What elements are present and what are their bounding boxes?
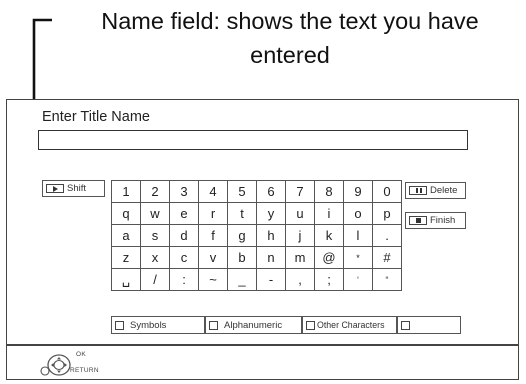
stop-icon xyxy=(409,216,427,225)
character-key[interactable]: / xyxy=(140,268,170,291)
name-field[interactable] xyxy=(38,130,468,150)
alphanumeric-mode-button[interactable]: Alphanumeric xyxy=(205,316,302,334)
character-key[interactable]: k xyxy=(314,224,344,247)
character-key[interactable]: r xyxy=(198,202,228,225)
page-title: Enter Title Name xyxy=(42,109,150,125)
character-key[interactable]: ~ xyxy=(198,268,228,291)
checkbox-icon xyxy=(401,320,410,330)
character-key[interactable]: w xyxy=(140,202,170,225)
character-key[interactable]: n xyxy=(256,246,286,269)
character-key[interactable]: 4 xyxy=(198,180,228,203)
character-key[interactable]: f xyxy=(198,224,228,247)
character-key[interactable]: 0 xyxy=(372,180,402,203)
checkbox-icon xyxy=(115,320,124,330)
character-key[interactable]: * xyxy=(343,246,373,269)
return-label: RETURN xyxy=(70,367,99,374)
character-key[interactable]: # xyxy=(372,246,402,269)
character-key[interactable]: m xyxy=(285,246,315,269)
character-key[interactable]: c xyxy=(169,246,199,269)
character-key[interactable]: 5 xyxy=(227,180,257,203)
character-key[interactable]: v xyxy=(198,246,228,269)
character-key[interactable]: t xyxy=(227,202,257,225)
ok-label: OK xyxy=(76,351,86,358)
character-key[interactable]: , xyxy=(285,268,315,291)
symbols-mode-button[interactable]: Symbols xyxy=(111,316,205,334)
character-key[interactable]: y xyxy=(256,202,286,225)
delete-button[interactable]: Delete xyxy=(405,182,466,199)
keyboard-row: asdfghjkl. xyxy=(111,224,402,247)
character-key[interactable]: ; xyxy=(314,268,344,291)
character-key[interactable]: o xyxy=(343,202,373,225)
checkbox-icon xyxy=(306,320,315,330)
shift-button[interactable]: Shift xyxy=(42,180,105,197)
character-key[interactable]: 1 xyxy=(111,180,141,203)
character-key[interactable]: 2 xyxy=(140,180,170,203)
finish-button[interactable]: Finish xyxy=(405,212,466,229)
play-icon xyxy=(46,184,64,193)
other-characters-mode-button[interactable]: Other Characters xyxy=(302,316,397,334)
character-key[interactable]: i xyxy=(314,202,344,225)
character-key[interactable]: p xyxy=(372,202,402,225)
blank-mode-button[interactable] xyxy=(397,316,461,334)
character-key[interactable]: @ xyxy=(314,246,344,269)
character-mode-row: Symbols Alphanumeric Other Characters xyxy=(111,316,461,334)
keyboard-row: 1234567890 xyxy=(111,180,402,203)
character-key[interactable]: g xyxy=(227,224,257,247)
character-key[interactable]: z xyxy=(111,246,141,269)
keyboard-row: ␣ /: ~ _ -,; ‘“ xyxy=(111,268,402,291)
character-key[interactable]: _ xyxy=(227,268,257,291)
alphanumeric-mode-label: Alphanumeric xyxy=(224,319,283,331)
character-key[interactable]: s xyxy=(140,224,170,247)
keyboard-row: z x c v b n m @ * # xyxy=(111,246,402,269)
character-key[interactable]: ‘ xyxy=(343,268,373,291)
checkbox-icon xyxy=(209,320,218,330)
character-key[interactable]: 8 xyxy=(314,180,344,203)
character-key[interactable]: h xyxy=(256,224,286,247)
character-key[interactable]: “ xyxy=(372,268,402,291)
character-key[interactable]: q xyxy=(111,202,141,225)
symbols-mode-label: Symbols xyxy=(130,319,167,331)
footer-divider xyxy=(6,344,519,346)
character-key[interactable]: l xyxy=(343,224,373,247)
character-key[interactable]: ␣ xyxy=(111,268,141,291)
pause-icon xyxy=(409,186,427,195)
character-key[interactable]: u xyxy=(285,202,315,225)
delete-button-label: Delete xyxy=(430,185,458,196)
remote-cursor-icon xyxy=(40,354,71,376)
character-key[interactable]: e xyxy=(169,202,199,225)
character-key[interactable]: 7 xyxy=(285,180,315,203)
character-key[interactable]: a xyxy=(111,224,141,247)
character-key[interactable]: : xyxy=(169,268,199,291)
character-key[interactable]: 3 xyxy=(169,180,199,203)
character-key[interactable]: . xyxy=(372,224,402,247)
character-key[interactable]: - xyxy=(256,268,286,291)
keyboard-row: qwertyuiop xyxy=(111,202,402,225)
character-key[interactable]: d xyxy=(169,224,199,247)
shift-button-label: Shift xyxy=(67,183,87,194)
character-key[interactable]: 6 xyxy=(256,180,286,203)
character-key[interactable]: j xyxy=(285,224,315,247)
finish-button-label: Finish xyxy=(430,215,456,226)
other-characters-mode-label: Other Characters xyxy=(317,320,385,330)
character-key[interactable]: 9 xyxy=(343,180,373,203)
character-grid: 1 2 3 4 5 6 7 8 9 0 q w e r t y u i o p a s d f g h j k l. z x c v b n m @ * #… xyxy=(111,180,402,291)
character-key[interactable]: b xyxy=(227,246,257,269)
character-key[interactable]: x xyxy=(140,246,170,269)
